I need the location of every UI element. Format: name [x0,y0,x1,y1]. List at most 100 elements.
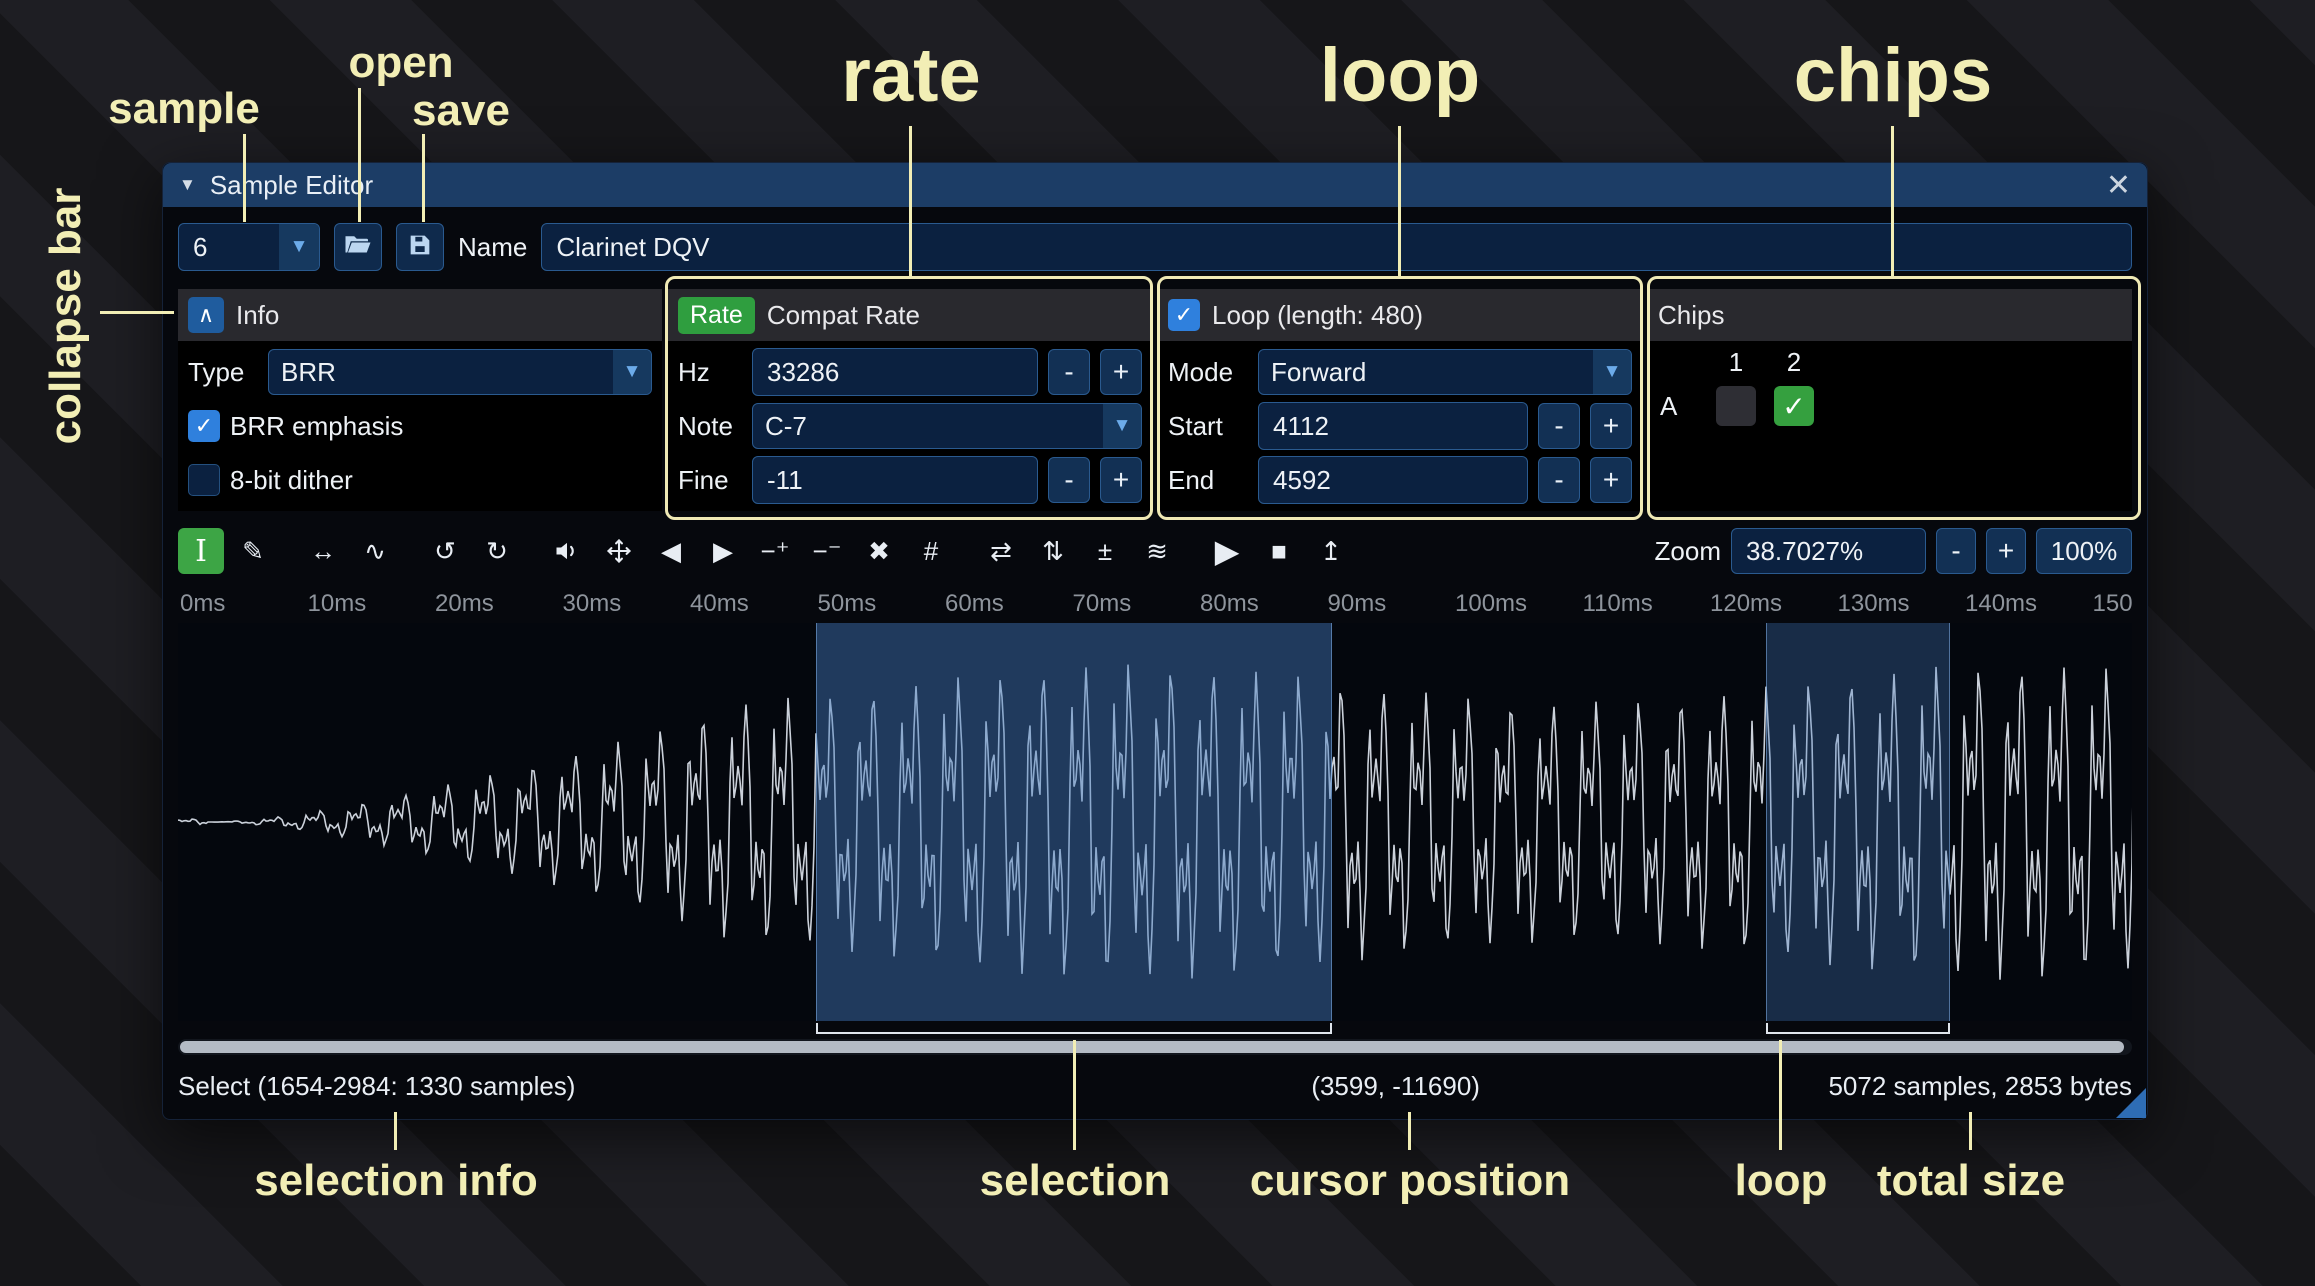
delete-selection-button[interactable]: ✖ [856,528,902,574]
ruler-tick: 130ms [1838,590,1910,618]
scrollbar-thumb[interactable] [180,1041,2124,1053]
create-wavetable-button[interactable]: ↥ [1308,528,1354,574]
open-button[interactable] [334,223,382,271]
fine-value: -11 [767,465,803,496]
sample-slot-select[interactable]: 6 ▼ [178,223,320,271]
zoom-out-button[interactable]: - [1936,528,1976,574]
select-mode-button[interactable]: I [178,528,224,574]
info-header-label: Info [236,300,279,331]
draw-mode-button[interactable]: ✎ [230,528,276,574]
loop-mode-select[interactable]: Forward ▼ [1258,349,1632,395]
dither-checkbox[interactable] [188,464,220,496]
window-title: Sample Editor [210,170,373,201]
undo-button[interactable]: ↺ [422,528,468,574]
title-bar[interactable]: ▼ Sample Editor ✕ [163,163,2147,207]
horizontal-scrollbar[interactable] [178,1039,2132,1055]
rate-header-label: Compat Rate [767,300,920,331]
zoom-value: 38.7027% [1746,536,1863,567]
zoom-in-button[interactable]: + [1986,528,2026,574]
ruler-tick: 150ms [2093,590,2133,618]
range-markers [178,1021,2132,1037]
brr-emphasis-row: ✓ BRR emphasis [188,403,652,449]
annotation-line-selection-info [394,1112,397,1150]
reverse-button[interactable]: ⇄ [978,528,1024,574]
ruler-tick: 0ms [180,590,225,618]
type-select[interactable]: BRR ▼ [268,349,652,395]
loop-header-label: Loop (length: 480) [1212,300,1423,331]
window-collapse-icon[interactable]: ▼ [179,175,196,195]
waveform-display[interactable] [178,623,2132,1021]
resample-button[interactable]: ∿ [352,528,398,574]
chip-2-checkbox[interactable]: ✓ [1774,386,1814,426]
loop-end-input[interactable]: 4592 [1258,456,1528,504]
loop-enable-checkbox[interactable]: ✓ [1168,299,1200,331]
loop-start-minus-button[interactable]: - [1538,403,1580,449]
loop-end-row: End 4592 - + [1168,457,1632,503]
annotation-total-size: total size [1877,1156,2065,1206]
redo-button[interactable]: ↻ [474,528,520,574]
close-icon[interactable]: ✕ [2106,168,2131,203]
fine-plus-button[interactable]: + [1100,457,1142,503]
preview-button[interactable]: ▶ [1204,528,1250,574]
resize-grip[interactable] [2116,1088,2146,1118]
annotation-save: save [412,86,510,136]
chips-col-1-label: 1 [1716,347,1756,378]
invert-button[interactable]: ⇅ [1030,528,1076,574]
selection-info-text: Select (1654-2984: 1330 samples) [178,1071,575,1102]
type-value: BRR [269,357,613,388]
total-size-text: 5072 samples, 2853 bytes [1828,1071,2132,1102]
save-button[interactable] [396,223,444,271]
apply-filter-button[interactable]: ≋ [1134,528,1180,574]
fade-in-button[interactable]: ◀ [648,528,694,574]
trim-button[interactable]: # [908,528,954,574]
annotation-line-loop [1398,126,1401,276]
selection-region[interactable] [816,623,1332,1021]
loop-start-input[interactable]: 4112 [1258,402,1528,450]
hz-input[interactable]: 33286 [752,348,1038,396]
loop-mode-label: Mode [1168,357,1248,388]
sample-slot-value: 6 [179,232,279,263]
rate-header: Rate Compat Rate [668,289,1152,341]
fade-out-button[interactable]: ▶ [700,528,746,574]
zoom-value-input[interactable]: 38.7027% [1731,528,1926,574]
chevron-down-icon[interactable]: ▼ [1103,404,1141,448]
note-select[interactable]: C-7 ▼ [752,403,1142,449]
loop-end-minus-button[interactable]: - [1538,457,1580,503]
loop-region[interactable] [1766,623,1950,1021]
resize-button[interactable]: ↔ [300,528,346,574]
dither-row: 8-bit dither [188,457,652,503]
zoom-cluster: Zoom 38.7027% - + 100% [1655,528,2132,574]
chevron-down-icon[interactable]: ▼ [279,224,319,270]
amplify-button[interactable] [544,528,590,574]
fine-minus-button[interactable]: - [1048,457,1090,503]
zoom-reset-button[interactable]: 100% [2036,528,2132,574]
ruler-tick: 20ms [435,590,494,618]
info-section: ∧ Info Type BRR ▼ ✓ BRR emphasis [178,289,662,511]
loop-end-plus-button[interactable]: + [1590,457,1632,503]
chevron-down-icon[interactable]: ▼ [613,350,651,394]
name-value: Clarinet DQV [556,232,709,263]
chips-body: 1 2 A ✓ [1648,341,2132,432]
collapse-info-button[interactable]: ∧ [188,297,224,333]
note-row: Note C-7 ▼ [678,403,1142,449]
timeline-ruler: 0ms10ms20ms30ms40ms50ms60ms70ms80ms90ms1… [178,583,2132,623]
fine-input[interactable]: -11 [752,456,1038,504]
loop-start-plus-button[interactable]: + [1590,403,1632,449]
chips-row-a: A ✓ [1660,386,2120,426]
chip-1-checkbox[interactable] [1716,386,1756,426]
normalize-button[interactable] [596,528,642,574]
stop-preview-button[interactable]: ■ [1256,528,1302,574]
insert-silence-button[interactable]: −⁺ [752,528,798,574]
apply-silence-button[interactable]: −⁻ [804,528,850,574]
annotation-cursor-position: cursor position [1250,1156,1570,1206]
chips-column-labels: 1 2 [1716,347,2120,378]
annotation-line-total-size [1969,1112,1972,1150]
hz-plus-button[interactable]: + [1100,349,1142,395]
chevron-down-icon[interactable]: ▼ [1593,350,1631,394]
hz-minus-button[interactable]: - [1048,349,1090,395]
annotation-line-collapse-bar [100,311,174,314]
ruler-tick: 30ms [563,590,622,618]
signed-unsigned-button[interactable]: ± [1082,528,1128,574]
rate-badge-button[interactable]: Rate [678,297,755,334]
brr-emphasis-checkbox[interactable]: ✓ [188,410,220,442]
